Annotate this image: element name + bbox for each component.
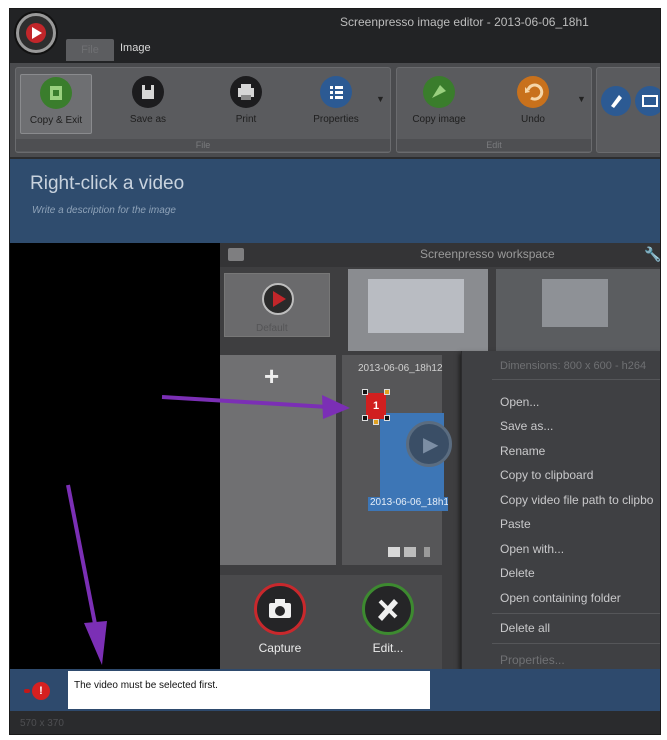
annotation-arrows	[66, 395, 350, 665]
arrow-to-notification-head	[84, 621, 107, 665]
editor-window: Screenpresso image editor - 2013-06-06_1…	[9, 8, 661, 735]
arrow-to-video	[161, 395, 329, 409]
arrow-to-video-head	[322, 395, 350, 419]
arrow-to-notification	[66, 484, 98, 630]
